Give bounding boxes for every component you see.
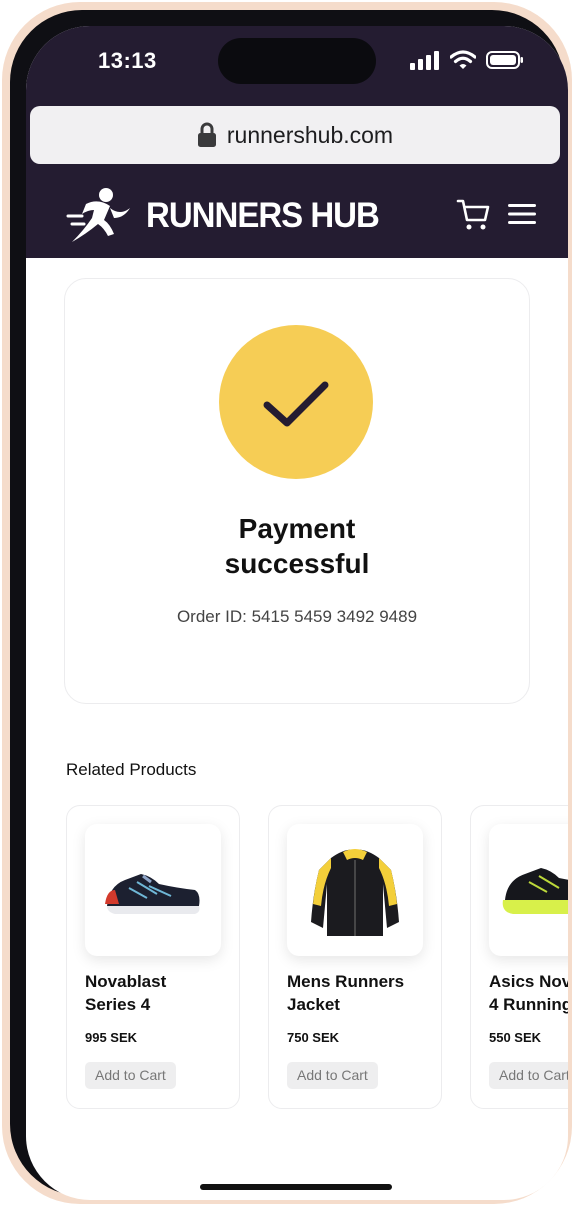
related-products-heading: Related Products — [66, 760, 197, 779]
address-bar[interactable]: runnershub.com — [30, 106, 560, 164]
signal-icon — [410, 51, 439, 70]
phone-bezel: 13:13 runnershub.com RUNNERS HUB Payment… — [10, 10, 568, 1200]
product-name-line2: Series 4 — [85, 995, 151, 1014]
brand-name: RUNNERS HUB — [146, 194, 380, 235]
product-name-line1: Mens Runners — [287, 972, 405, 991]
product-image[interactable] — [489, 824, 568, 956]
success-title-line1: Payment — [238, 513, 356, 544]
status-time: 13:13 — [98, 48, 157, 73]
payment-success-card: Payment successful Order ID: 5415 5459 3… — [64, 278, 530, 704]
lock-icon — [197, 122, 216, 147]
success-badge — [219, 325, 373, 479]
battery-icon — [486, 51, 523, 69]
home-indicator[interactable] — [200, 1184, 392, 1190]
top-area: 13:13 runnershub.com RUNNERS HUB — [26, 26, 568, 258]
site-header: RUNNERS HUB — [26, 176, 568, 258]
product-image[interactable] — [85, 824, 221, 956]
product-name[interactable]: Novablast Series 4 — [85, 970, 235, 1016]
cart-icon[interactable] — [456, 198, 492, 232]
product-price: 750 SEK — [287, 1030, 340, 1045]
product-price: 995 SEK — [85, 1030, 138, 1045]
product-name[interactable]: Asics Novablast 4 Running Shoe — [489, 970, 568, 1016]
dynamic-island — [218, 38, 376, 84]
product-name-line1: Asics Novablast — [489, 972, 568, 991]
add-to-cart-button[interactable]: Add to Cart — [85, 1062, 176, 1089]
phone-frame: 13:13 runnershub.com RUNNERS HUB Payment… — [2, 2, 572, 1204]
related-products-list: Novablast Series 4 995 SEK Add to Cart M… — [66, 805, 568, 1109]
hamburger-menu-icon[interactable] — [508, 202, 536, 226]
runner-logo-icon — [66, 188, 130, 242]
status-icons — [410, 50, 524, 70]
product-card[interactable]: Asics Novablast 4 Running Shoe 550 SEK A… — [470, 805, 568, 1109]
product-name-line1: Novablast — [85, 972, 167, 991]
product-image[interactable] — [287, 824, 423, 956]
add-to-cart-button[interactable]: Add to Cart — [489, 1062, 568, 1089]
wifi-icon — [450, 50, 476, 69]
screen: 13:13 runnershub.com RUNNERS HUB Payment… — [26, 26, 568, 1200]
running-jacket-image — [311, 849, 399, 936]
order-id: Order ID: 5415 5459 3492 9489 — [176, 607, 418, 626]
product-card[interactable]: Novablast Series 4 995 SEK Add to Cart — [66, 805, 240, 1109]
site-logo[interactable]: RUNNERS HUB — [64, 186, 380, 244]
running-shoe-image — [105, 874, 200, 914]
url-text: runnershub.com — [226, 121, 394, 148]
product-card[interactable]: Mens Runners Jacket 750 SEK Add to Cart — [268, 805, 442, 1109]
product-price: 550 SEK — [489, 1030, 542, 1045]
checkmark-icon — [263, 381, 329, 427]
product-name[interactable]: Mens Runners Jacket — [287, 970, 437, 1016]
running-shoe-image — [502, 868, 568, 914]
product-name-line2: 4 Running Shoe — [489, 995, 568, 1014]
add-to-cart-button[interactable]: Add to Cart — [287, 1062, 378, 1089]
success-title: Payment successful — [65, 511, 529, 581]
product-name-line2: Jacket — [287, 995, 340, 1014]
success-title-line2: successful — [224, 548, 370, 579]
